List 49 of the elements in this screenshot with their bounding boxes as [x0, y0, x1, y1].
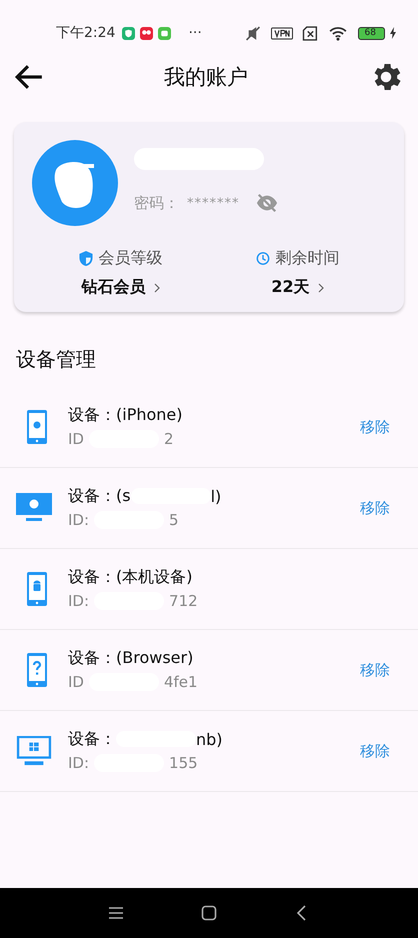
remove-button[interactable]: 移除: [358, 494, 392, 522]
home-icon[interactable]: [200, 905, 217, 921]
password-label: 密码：: [134, 194, 179, 212]
section-title: 设备管理: [16, 346, 97, 373]
monitor-windows-icon: [16, 736, 52, 766]
chevron-right-icon[interactable]: [154, 282, 160, 292]
clock-icon: [256, 251, 270, 266]
stat-label: 剩余时间: [276, 248, 340, 269]
remove-button[interactable]: 移除: [358, 738, 392, 764]
app-icon: [140, 26, 154, 40]
device-name: 设备：(s: [68, 486, 131, 506]
page-title: 我的账户: [163, 64, 249, 91]
device-id: ID:: [68, 592, 90, 610]
shield-app-icon: [122, 26, 136, 40]
device-name: 设备：(iPhone): [68, 404, 182, 426]
mute-icon: [244, 26, 262, 40]
device-id: ID:: [68, 511, 90, 529]
device-name: nb): [196, 730, 223, 748]
more-notifications: ···: [188, 25, 202, 41]
device-id: 2: [164, 430, 174, 448]
stat-value[interactable]: 22天: [271, 277, 310, 298]
device-name: 设备：(本机设备): [68, 566, 192, 588]
device-id: 4fe1: [164, 673, 198, 691]
device-id: ID: [68, 673, 84, 691]
device-id: ID: [68, 430, 84, 448]
stat-value[interactable]: 钻石会员: [82, 277, 146, 298]
stat-label: 会员等级: [98, 248, 162, 269]
back-arrow-icon[interactable]: [14, 64, 44, 90]
no-sim-icon: [302, 26, 320, 40]
remove-button[interactable]: 移除: [358, 656, 392, 684]
device-name: l): [210, 486, 222, 506]
device-id: 5: [169, 511, 179, 529]
device-id: 712: [169, 592, 198, 610]
charging-icon: [390, 27, 396, 39]
vpn-icon: [270, 26, 293, 40]
battery-indicator: 68: [358, 26, 385, 40]
device-id: ID:: [68, 754, 90, 772]
device-name: 设备：: [68, 728, 116, 750]
remove-button[interactable]: 移除: [358, 414, 392, 440]
phone-question-icon: [27, 653, 47, 687]
chat-app-icon: [158, 26, 172, 40]
status-time: 下午2:24: [56, 24, 116, 42]
menu-icon[interactable]: [108, 905, 124, 921]
chevron-right-icon[interactable]: [318, 282, 324, 292]
wifi-icon: [328, 26, 347, 40]
device-id: 155: [169, 754, 198, 772]
password-value: *******: [187, 196, 240, 210]
device-name: 设备：(Browser): [68, 648, 194, 668]
shield-icon: [78, 251, 92, 266]
